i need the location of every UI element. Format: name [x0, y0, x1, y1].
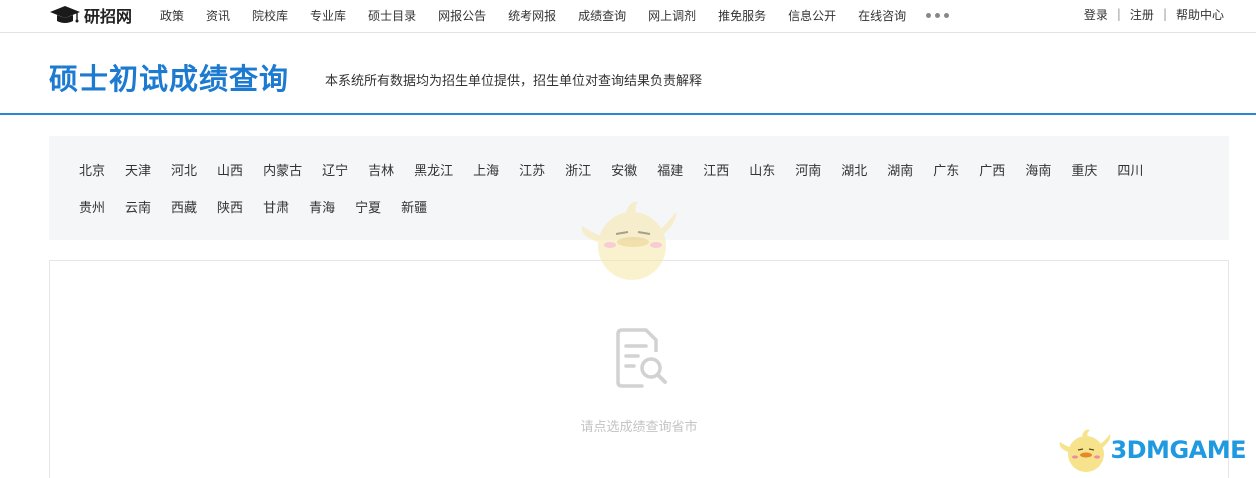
province-link[interactable]: 天津 [125, 160, 151, 179]
province-link[interactable]: 西藏 [171, 197, 197, 216]
nav-item[interactable]: 硕士目录 [368, 7, 416, 24]
province-link[interactable]: 吉林 [368, 160, 394, 179]
login-link[interactable]: 登录 [1084, 6, 1108, 23]
province-link[interactable]: 上海 [473, 160, 499, 179]
nav-item[interactable]: 网报公告 [438, 7, 486, 24]
nav-item[interactable]: 推免服务 [718, 7, 766, 24]
nav-item[interactable]: 成绩查询 [578, 7, 626, 24]
province-link[interactable]: 陕西 [217, 197, 243, 216]
graduation-cap-icon [50, 6, 80, 23]
province-link[interactable]: 安徽 [611, 160, 637, 179]
document-search-icon [616, 328, 667, 388]
mascot-icon [581, 201, 677, 280]
more-menu-icon[interactable] [926, 12, 953, 18]
province-link[interactable]: 新疆 [401, 197, 427, 216]
page-subtitle: 本系统所有数据均为招生单位提供，招生单位对查询结果负责解释 [325, 74, 703, 89]
register-link[interactable]: 注册 [1130, 6, 1154, 23]
nav-item[interactable]: 专业库 [310, 7, 346, 24]
nav-item[interactable]: 网上调剂 [648, 7, 696, 24]
province-link[interactable]: 河南 [795, 160, 821, 179]
province-link[interactable]: 广西 [979, 160, 1005, 179]
province-link[interactable]: 江苏 [519, 160, 545, 179]
province-link[interactable]: 山西 [217, 160, 243, 179]
top-nav-bar: 研招网 政策 资讯 院校库 专业库 硕士目录 网报公告 统考网报 成绩查询 网上调剂 推免服务 信息… [0, 0, 1256, 33]
province-link[interactable]: 重庆 [1071, 160, 1097, 179]
nav-item[interactable]: 政策 [160, 7, 184, 24]
main-nav: 政策 资讯 院校库 专业库 硕士目录 网报公告 统考网报 成绩查询 网上调剂 推免服务 信息公开 在线… [160, 0, 953, 30]
province-link[interactable]: 河北 [171, 160, 197, 179]
province-link[interactable]: 甘肃 [263, 197, 289, 216]
province-link[interactable]: 黑龙江 [414, 160, 453, 179]
watermark: 3DMGAME [1058, 424, 1246, 476]
watermark-text: 3DMGAME [1110, 436, 1246, 464]
page-header: 硕士初试成绩查询 本系统所有数据均为招生单位提供，招生单位对查询结果负责解释 [0, 33, 1256, 115]
page-title: 硕士初试成绩查询 [49, 62, 290, 96]
province-link[interactable]: 福建 [657, 160, 683, 179]
empty-state-text: 请点选成绩查询省市 [580, 420, 698, 435]
province-link[interactable]: 江西 [703, 160, 729, 179]
logo-text: 研招网 [84, 7, 133, 26]
site-logo[interactable]: 研招网 [50, 4, 132, 26]
watermark-mascot-icon [1060, 429, 1111, 472]
nav-item[interactable]: 院校库 [252, 7, 288, 24]
province-link[interactable]: 北京 [79, 160, 105, 179]
province-link[interactable]: 贵州 [79, 197, 105, 216]
nav-item[interactable]: 在线咨询 [858, 7, 906, 24]
province-link[interactable]: 宁夏 [355, 197, 381, 216]
province-link[interactable]: 山东 [749, 160, 775, 179]
province-row: 北京 天津 河北 山西 内蒙古 辽宁 吉林 黑龙江 上海 江苏 浙江 安徽 福建 江西 山东 河南 湖北 湖南 广东… [79, 151, 1229, 188]
separator: | [1116, 7, 1121, 21]
nav-item[interactable]: 统考网报 [508, 7, 556, 24]
separator: | [1162, 7, 1167, 21]
province-link[interactable]: 云南 [125, 197, 151, 216]
province-link[interactable]: 湖北 [841, 160, 867, 179]
nav-item[interactable]: 资讯 [206, 7, 230, 24]
province-link[interactable]: 内蒙古 [263, 160, 302, 179]
nav-item[interactable]: 信息公开 [788, 7, 836, 24]
help-center-link[interactable]: 帮助中心 [1176, 6, 1224, 23]
province-link[interactable]: 辽宁 [322, 160, 348, 179]
province-link[interactable]: 四川 [1117, 160, 1143, 179]
province-link[interactable]: 青海 [309, 197, 335, 216]
province-link[interactable]: 广东 [933, 160, 959, 179]
province-link[interactable]: 湖南 [887, 160, 913, 179]
province-link[interactable]: 海南 [1025, 160, 1051, 179]
user-links: 登录 | 注册 | 帮助中心 [1084, 0, 1224, 28]
result-panel: 请点选成绩查询省市 [49, 260, 1229, 478]
province-link[interactable]: 浙江 [565, 160, 591, 179]
